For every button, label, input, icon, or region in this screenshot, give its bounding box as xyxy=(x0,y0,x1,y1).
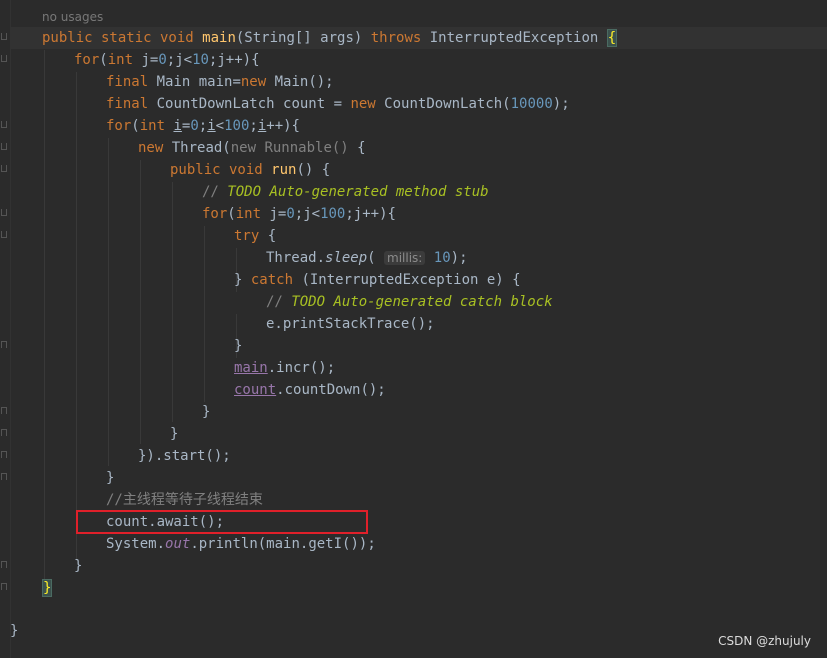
code-line[interactable]: } xyxy=(234,335,242,357)
fold-marker-icon[interactable] xyxy=(1,121,7,128)
code-line[interactable]: } xyxy=(42,577,53,599)
code-line[interactable]: } catch (InterruptedException e) { xyxy=(234,269,521,291)
fold-marker-icon[interactable] xyxy=(1,451,7,458)
code-line[interactable]: for(int j=0;j<100;j++){ xyxy=(202,203,396,225)
code-line[interactable]: } xyxy=(170,423,178,445)
code-line[interactable]: public void run() { xyxy=(170,159,330,181)
fold-marker-icon[interactable] xyxy=(1,55,7,62)
fold-marker-icon[interactable] xyxy=(1,231,7,238)
editor-gutter xyxy=(0,0,11,658)
fold-marker-icon[interactable] xyxy=(1,341,7,348)
code-line[interactable]: final CountDownLatch count = new CountDo… xyxy=(106,93,570,115)
code-line[interactable]: } xyxy=(106,467,114,489)
matched-brace: } xyxy=(42,579,53,597)
code-line[interactable]: } xyxy=(202,401,210,423)
code-line[interactable]: e.printStackTrace(); xyxy=(266,313,435,335)
code-line[interactable]: //主线程等待子线程结束 xyxy=(106,489,263,511)
code-line[interactable]: }).start(); xyxy=(138,445,231,467)
watermark: CSDN @zhujuly xyxy=(718,634,811,648)
code-line[interactable]: count.countDown(); xyxy=(234,379,386,401)
fold-marker-icon[interactable] xyxy=(1,561,7,568)
parameter-hint: millis: xyxy=(384,251,426,265)
code-line[interactable]: for(int j=0;j<10;j++){ xyxy=(74,49,260,71)
code-line[interactable]: System.out.println(main.getI()); xyxy=(106,533,376,555)
fold-marker-icon[interactable] xyxy=(1,209,7,216)
code-line[interactable]: for(int i=0;i<100;i++){ xyxy=(106,115,300,137)
code-line[interactable]: Thread.sleep( millis: 10); xyxy=(266,247,468,269)
code-line[interactable]: public static void main(String[] args) t… xyxy=(42,27,618,49)
code-line[interactable]: try { xyxy=(234,225,276,247)
code-line[interactable]: } xyxy=(74,555,82,577)
indent-guide xyxy=(204,226,205,402)
indent-guide xyxy=(140,160,141,444)
code-line[interactable]: new Thread(new Runnable() { xyxy=(138,137,366,159)
code-line[interactable]: final Main main=new Main(); xyxy=(106,71,334,93)
fold-marker-icon[interactable] xyxy=(1,583,7,590)
indent-guide xyxy=(76,72,77,560)
indent-guide xyxy=(172,182,173,422)
fold-marker-icon[interactable] xyxy=(1,143,7,150)
code-line[interactable]: // TODO Auto-generated catch block xyxy=(266,291,553,313)
code-line[interactable]: } xyxy=(10,620,18,642)
indent-guide xyxy=(108,138,109,466)
code-line[interactable]: main.incr(); xyxy=(234,357,335,379)
fold-marker-icon[interactable] xyxy=(1,407,7,414)
matched-brace: { xyxy=(606,29,618,47)
indent-guide xyxy=(44,50,45,582)
fold-marker-icon[interactable] xyxy=(1,473,7,480)
code-line[interactable]: // TODO Auto-generated method stub xyxy=(202,181,489,203)
highlight-box xyxy=(76,510,368,534)
fold-marker-icon[interactable] xyxy=(1,33,7,40)
fold-marker-icon[interactable] xyxy=(1,429,7,436)
usage-hint: no usages xyxy=(42,10,104,24)
fold-marker-icon[interactable] xyxy=(1,165,7,172)
